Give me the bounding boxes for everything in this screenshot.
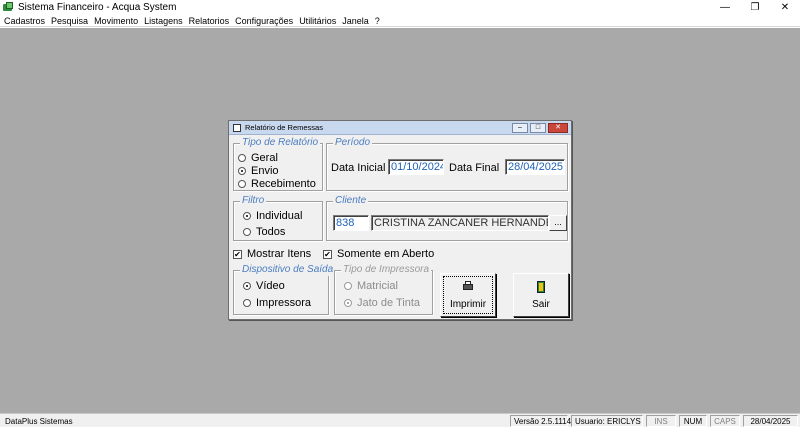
minimize-icon: – (518, 124, 522, 131)
menu-janela[interactable]: Janela (342, 16, 369, 26)
data-inicial-label: Data Inicial (331, 162, 386, 174)
status-bar: DataPlus Sistemas Versão 2.5.1114 Usuari… (0, 413, 800, 427)
status-caps: CAPS (710, 415, 740, 427)
status-date: 28/04/2025 (743, 415, 798, 427)
window-title: Sistema Financeiro - Acqua System (18, 2, 177, 13)
dialog-icon (233, 123, 241, 132)
exit-icon (535, 280, 547, 293)
window-titlebar: Sistema Financeiro - Acqua System — ❐ ✕ (0, 0, 800, 15)
dialog-minimize-button[interactable]: – (512, 123, 528, 133)
filtro-legend: Filtro (240, 195, 267, 207)
restore-icon: ❐ (750, 2, 760, 13)
dialog-titlebar: Relatório de Remessas – □ ✕ (229, 121, 571, 135)
sair-button[interactable]: Sair (513, 273, 569, 317)
menu-movimento[interactable]: Movimento (94, 16, 138, 26)
radio-individual[interactable]: Individual (243, 210, 302, 222)
status-app-name: DataPlus Sistemas (5, 417, 73, 426)
cliente-group: Cliente 838 CRISTINA ZANCANER HERNANDES … (326, 195, 568, 241)
somente-aberto-checkbox[interactable]: ✔ Somente em Aberto (323, 248, 434, 260)
cliente-lookup-button[interactable]: ... (549, 215, 567, 231)
tipo-relatorio-group: Tipo de Relatório Geral Envio Recebiment… (233, 137, 323, 191)
data-inicial-field[interactable]: 01/10/2024 (388, 159, 444, 175)
radio-envio[interactable]: Envio (238, 165, 279, 177)
dialog-title: Relatório de Remessas (245, 123, 323, 132)
app-icon (3, 2, 14, 13)
minimize-button[interactable]: — (710, 0, 740, 15)
radio-geral[interactable]: Geral (238, 152, 278, 164)
dispositivo-saida-legend: Dispositivo de Saída (240, 264, 336, 276)
radio-todos[interactable]: Todos (243, 226, 285, 238)
periodo-legend: Período (333, 137, 373, 149)
close-icon: ✕ (780, 2, 790, 13)
radio-jato-tinta: Jato de Tinta (344, 297, 420, 309)
tipo-impressora-legend: Tipo de Impressora (341, 264, 432, 276)
restore-button[interactable]: ❐ (740, 0, 770, 15)
radio-impressora[interactable]: Impressora (243, 297, 311, 309)
close-icon: ✕ (555, 124, 561, 131)
menu-configuracoes[interactable]: Configurações (235, 16, 293, 26)
mostrar-itens-label: Mostrar Itens (247, 248, 312, 260)
close-button[interactable]: ✕ (770, 0, 800, 15)
imprimir-label: Imprimir (449, 298, 487, 310)
dispositivo-saida-group: Dispositivo de Saída Vídeo Impressora (233, 264, 336, 315)
status-num: NUM (679, 415, 707, 427)
minimize-icon: — (720, 2, 730, 13)
periodo-group: Período Data Inicial 01/10/2024 Data Fin… (326, 137, 568, 191)
tipo-impressora-group: Tipo de Impressora Matricial Jato de Tin… (334, 264, 433, 315)
tipo-relatorio-legend: Tipo de Relatório (240, 137, 321, 149)
menu-utilitarios[interactable]: Utilitários (299, 16, 336, 26)
menu-bar: Cadastros Pesquisa Movimento Listagens R… (0, 15, 800, 27)
radio-recebimento[interactable]: Recebimento (238, 178, 316, 190)
filtro-group: Filtro Individual Todos (233, 195, 323, 241)
mostrar-itens-checkbox[interactable]: ✔ Mostrar Itens (233, 248, 311, 260)
status-ins: INS (646, 415, 676, 427)
sair-label: Sair (532, 298, 550, 310)
imprimir-button[interactable]: Imprimir (440, 273, 496, 317)
relatorio-remessas-dialog: Relatório de Remessas – □ ✕ Tipo de Rela… (228, 120, 572, 320)
radio-matricial: Matricial (344, 280, 398, 292)
printer-icon (462, 280, 474, 293)
status-versao: Versão 2.5.1114 (510, 415, 571, 427)
menu-relatorios[interactable]: Relatorios (189, 16, 230, 26)
dialog-close-button[interactable]: ✕ (548, 123, 568, 133)
cliente-legend: Cliente (333, 195, 369, 207)
checkmark-icon: ✔ (233, 249, 242, 259)
menu-pesquisa[interactable]: Pesquisa (51, 16, 88, 26)
status-usuario: Usuario: ERICLYS (571, 415, 643, 427)
menu-help[interactable]: ? (375, 16, 380, 26)
checkmark-icon: ✔ (323, 249, 332, 259)
restore-icon: □ (535, 124, 541, 131)
data-final-label: Data Final (449, 162, 500, 174)
dialog-restore-button[interactable]: □ (530, 123, 546, 133)
cliente-codigo-field[interactable]: 838 (333, 215, 369, 231)
somente-aberto-label: Somente em Aberto (337, 248, 435, 260)
menu-cadastros[interactable]: Cadastros (4, 16, 45, 26)
data-final-field[interactable]: 28/04/2025 (505, 159, 565, 175)
radio-video[interactable]: Vídeo (243, 280, 285, 292)
cliente-nome-field: CRISTINA ZANCANER HERNANDES (371, 215, 549, 231)
menu-listagens[interactable]: Listagens (144, 16, 183, 26)
